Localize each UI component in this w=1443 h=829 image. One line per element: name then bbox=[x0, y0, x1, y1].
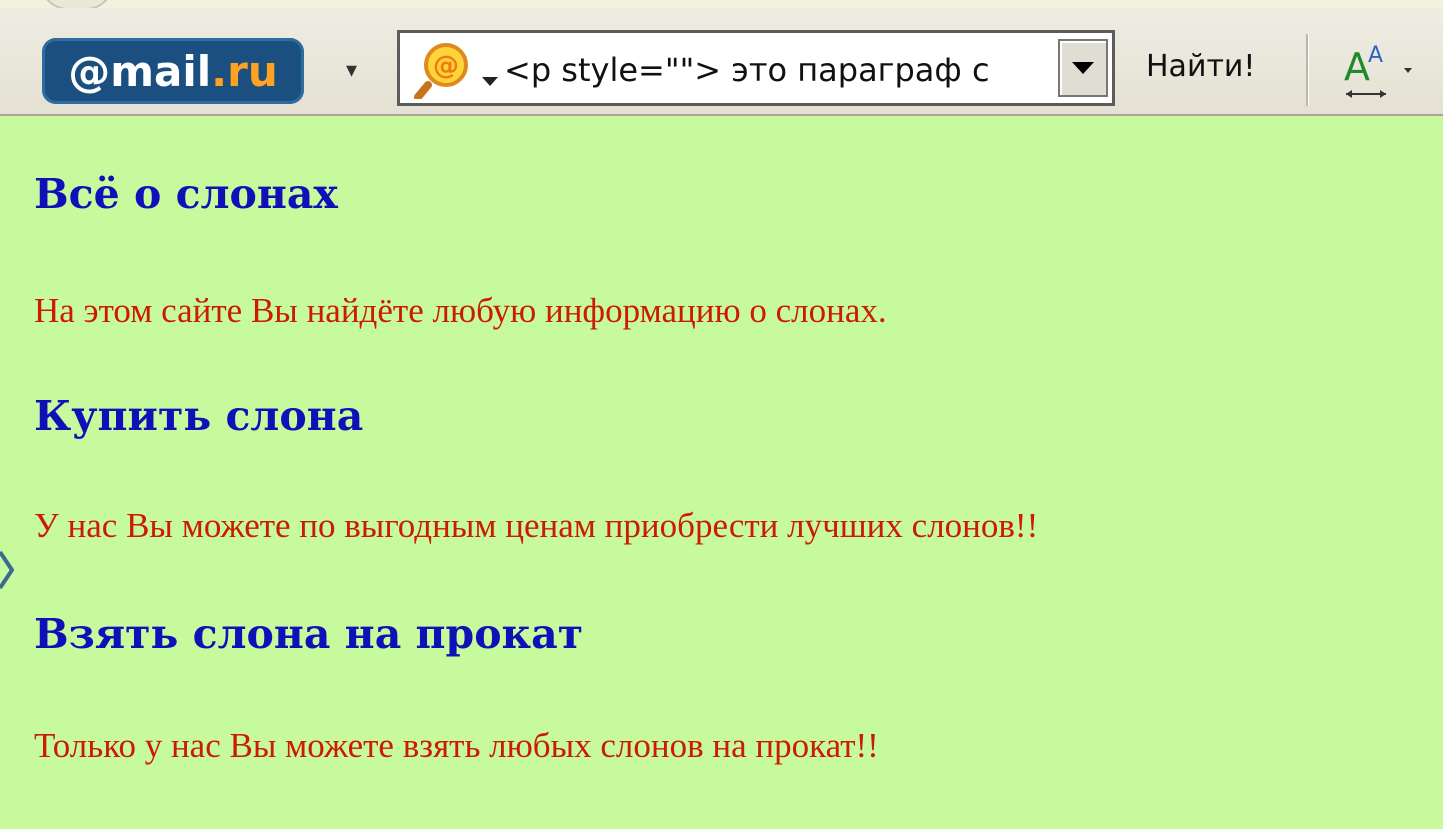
heading-all-about-elephants: Всё о слонах bbox=[34, 170, 338, 218]
search-history-dropdown-button[interactable] bbox=[1058, 39, 1108, 97]
chevron-down-icon bbox=[1072, 62, 1094, 74]
svg-text:@: @ bbox=[433, 51, 459, 81]
toolbar-separator bbox=[1306, 34, 1309, 106]
logo-at: @ bbox=[68, 46, 111, 96]
mailru-toolbar: @mail.ru ▾ @ Найти! A A bbox=[0, 8, 1443, 116]
heading-rent-elephant: Взять слона на прокат bbox=[34, 610, 584, 658]
search-input[interactable] bbox=[504, 47, 1044, 93]
heading-buy-elephant: Купить слона bbox=[34, 392, 364, 440]
logo-brand: mail bbox=[110, 46, 212, 96]
mailru-logo[interactable]: @ mail .ru bbox=[42, 38, 304, 104]
search-engine-caret-icon[interactable] bbox=[482, 77, 498, 86]
paragraph-rent-offer: Только у нас Вы можете взять любых слоно… bbox=[34, 726, 879, 765]
slide-arrow-icon bbox=[0, 550, 14, 590]
svg-text:A: A bbox=[1368, 43, 1383, 68]
window-top-strip bbox=[0, 0, 1443, 10]
paragraph-site-info: На этом сайте Вы найдёте любую информаци… bbox=[34, 291, 887, 330]
find-button[interactable]: Найти! bbox=[1138, 42, 1263, 92]
logo-suffix: .ru bbox=[211, 46, 278, 96]
logo-dropdown-icon[interactable]: ▾ bbox=[346, 58, 357, 83]
search-combobox[interactable]: @ bbox=[397, 30, 1115, 106]
paragraph-buy-offer: У нас Вы можете по выгодным ценам приобр… bbox=[34, 506, 1039, 545]
svg-text:A: A bbox=[1344, 45, 1370, 89]
font-size-icon[interactable]: A A bbox=[1340, 32, 1424, 106]
search-magnifier-icon[interactable]: @ bbox=[414, 41, 472, 99]
page-content: Всё о слонах На этом сайте Вы найдёте лю… bbox=[0, 116, 1443, 829]
